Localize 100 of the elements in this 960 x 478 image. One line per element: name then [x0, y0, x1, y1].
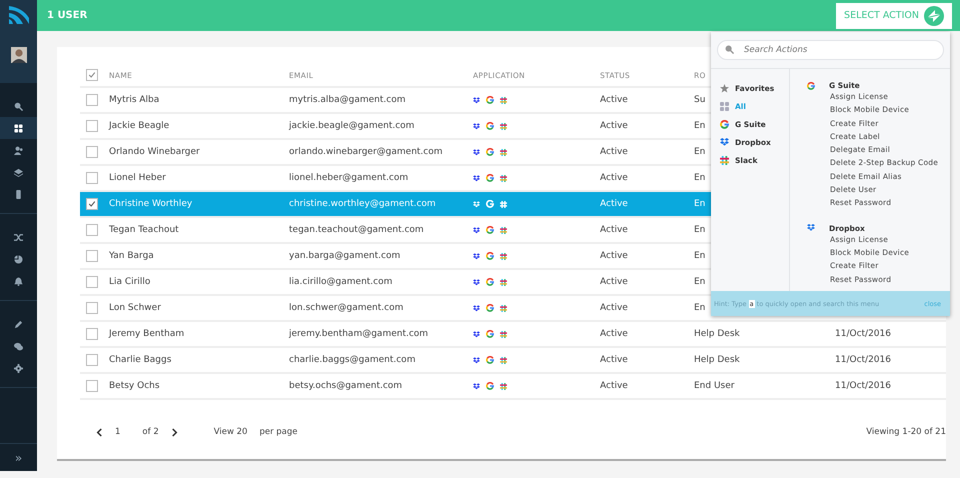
google-icon: [720, 120, 729, 129]
status-cell-text: Active: [600, 121, 629, 131]
status-cell-text: Active: [600, 303, 629, 313]
row-checkbox[interactable]: [86, 302, 98, 314]
row-checkbox[interactable]: [86, 172, 98, 184]
previous-page-icon[interactable]: [96, 428, 103, 436]
dropbox-icon: [473, 330, 480, 338]
dropbox-icon: [807, 224, 815, 232]
role-cell: En: [694, 147, 706, 157]
user-row[interactable]: Jeremy Bentham jeremy.bentham@gament.com Active Help Desk 11/Oct/2016: [80, 322, 946, 348]
dropbox-icon: [473, 226, 480, 234]
google-icon: [807, 82, 815, 90]
name-cell-text: Yan Barga: [109, 251, 155, 261]
role-cell: En: [694, 225, 706, 235]
date-cell-text: 11/Oct/2016: [835, 381, 892, 391]
page-size[interactable]: View 20: [214, 427, 248, 437]
select-all-checkbox[interactable]: [86, 69, 98, 81]
status-cell-text: Active: [600, 251, 629, 261]
google-icon: [486, 200, 494, 208]
dropbox-icon: [720, 138, 729, 147]
grid-icon: [720, 102, 729, 111]
search-field[interactable]: Search Actions: [717, 40, 944, 60]
row-checkbox[interactable]: [86, 198, 98, 210]
email-cell-text: jeremy.bentham@gament.com: [289, 329, 430, 339]
name-cell-text: Lionel Heber: [109, 173, 167, 183]
email-cell-text: orlando.winebarger@gament.com: [289, 147, 444, 157]
row-checkbox[interactable]: [86, 354, 98, 366]
name-cell-text: Lon Schwer: [109, 303, 162, 313]
dropbox-icon: [473, 148, 480, 156]
status-cell-text: Active: [600, 95, 629, 105]
email-cell-text: christine.worthley@gament.com: [289, 199, 437, 209]
email-cell-text: betsy.ochs@gament.com: [289, 381, 404, 391]
next-page-icon[interactable]: [170, 428, 178, 436]
row-checkbox[interactable]: [86, 94, 98, 106]
email-cell-text: mytris.alba@gament.com: [289, 95, 406, 105]
logo-icon: [8, 6, 28, 24]
row-checkbox[interactable]: [86, 380, 98, 392]
google-icon: [486, 174, 494, 182]
page-title: 1 USER: [47, 10, 88, 21]
google-icon: [486, 356, 494, 364]
role-cell: En: [694, 121, 706, 131]
role-cell: Help Desk: [694, 329, 740, 339]
google-icon: [486, 330, 494, 338]
page-number[interactable]: 1: [115, 427, 120, 437]
name-cell-text: Charlie Baggs: [109, 355, 172, 365]
role-cell: En: [694, 199, 706, 209]
google-icon: [486, 252, 494, 260]
slack-icon: [500, 174, 507, 182]
slack-icon: [500, 200, 507, 208]
email-cell-text: tegan.teachout@gament.com: [289, 225, 425, 235]
google-icon: [486, 148, 494, 156]
name-cell-text: Christine Worthley: [109, 199, 194, 209]
google-icon: [486, 304, 494, 312]
dropbox-icon: [473, 252, 480, 260]
user-row[interactable]: Charlie Baggs charlie.baggs@gament.com Active Help Desk 11/Oct/2016: [80, 348, 946, 374]
row-checkbox[interactable]: [86, 328, 98, 340]
slack-icon: [500, 278, 507, 286]
row-checkbox[interactable]: [86, 276, 98, 288]
dropbox-icon: [473, 122, 480, 130]
row-checkbox[interactable]: [86, 120, 98, 132]
name-cell-text: Jeremy Bentham: [109, 329, 186, 339]
avatar-icon[interactable]: [10, 47, 26, 63]
dropbox-icon: [473, 304, 480, 312]
role-cell: En: [694, 303, 706, 313]
slack-icon: [720, 156, 729, 165]
name-cell-text: Betsy Ochs: [109, 381, 161, 391]
row-checkbox[interactable]: [86, 250, 98, 262]
name-cell-text: Jackie Beagle: [109, 121, 170, 131]
role-cell: End User: [694, 381, 734, 391]
slack-icon: [500, 226, 507, 234]
date-cell-text: 11/Oct/2016: [835, 355, 892, 365]
row-checkbox[interactable]: [86, 146, 98, 158]
name-cell-text: Orlando Winebarger: [109, 147, 201, 157]
grid-icon[interactable]: [0, 117, 37, 139]
dropbox-icon: [473, 382, 480, 390]
google-icon: [486, 122, 494, 130]
status-cell-text: Active: [600, 147, 629, 157]
role-cell: En: [694, 251, 706, 261]
slack-icon: [500, 330, 507, 338]
name-cell-text: Mytris Alba: [109, 95, 160, 105]
star-icon: [720, 84, 729, 93]
google-icon: [486, 382, 494, 390]
status-cell-text: Active: [600, 173, 629, 183]
name-cell-text: Tegan Teachout: [109, 225, 180, 235]
expand-button[interactable]: »: [0, 443, 37, 471]
status-cell-text: Active: [600, 277, 629, 287]
email-cell-text: jackie.beagle@gament.com: [289, 121, 416, 131]
search-icon: [725, 45, 734, 54]
user-row[interactable]: Betsy Ochs betsy.ochs@gament.com Active End User 11/Oct/2016: [80, 374, 946, 400]
slack-icon: [500, 122, 507, 130]
viewing-count: Viewing 1-20 of 21: [866, 427, 946, 437]
row-checkbox[interactable]: [86, 224, 98, 236]
email-cell-text: lon.schwer@gament.com: [289, 303, 404, 313]
role-cell: Help Desk: [694, 355, 740, 365]
date-cell-text: 11/Oct/2016: [835, 329, 892, 339]
slack-icon: [500, 96, 507, 104]
name-cell-text: Lia Cirillo: [109, 277, 152, 287]
dropbox-icon: [473, 278, 480, 286]
google-icon: [486, 96, 494, 104]
google-icon: [486, 226, 494, 234]
